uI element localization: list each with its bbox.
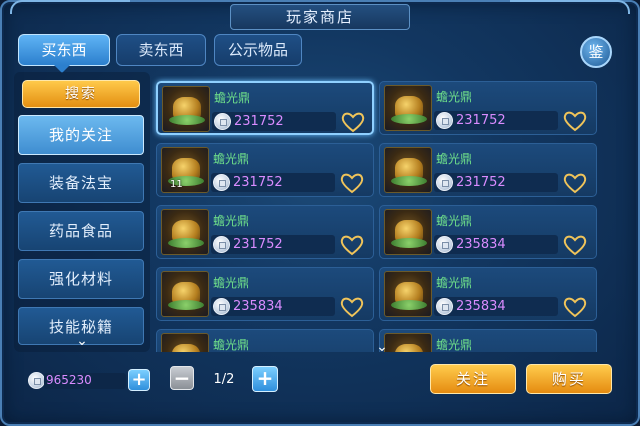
item-quantity: 11 bbox=[170, 179, 183, 190]
silver-coin-icon bbox=[213, 236, 230, 253]
item-name: 蟾光鼎 bbox=[436, 276, 473, 290]
toad-cauldron-icon bbox=[162, 86, 210, 132]
follow-button[interactable]: 关注 bbox=[430, 364, 516, 394]
item-name: 蟾光鼎 bbox=[436, 214, 473, 228]
silver-coin-icon bbox=[436, 236, 453, 253]
item-card[interactable]: 蟾光鼎 231752 bbox=[379, 81, 597, 135]
silver-coin-icon bbox=[436, 112, 453, 129]
heart-icon[interactable] bbox=[562, 171, 588, 195]
toad-cauldron-icon bbox=[161, 271, 209, 317]
item-price: 235834 bbox=[233, 299, 283, 314]
toad-cauldron-icon bbox=[384, 333, 432, 352]
category-equipment[interactable]: 装备法宝 bbox=[18, 163, 144, 203]
toad-cauldron-icon: 11 bbox=[161, 147, 209, 193]
appraise-button[interactable]: 鉴 bbox=[580, 36, 612, 68]
toad-cauldron-icon bbox=[384, 209, 432, 255]
heart-icon[interactable] bbox=[339, 171, 365, 195]
silver-coin-icon bbox=[28, 372, 45, 389]
item-card[interactable]: 蟾光鼎 bbox=[379, 329, 597, 352]
heart-icon[interactable] bbox=[562, 109, 588, 133]
window-title: 玩家商店 bbox=[230, 4, 410, 30]
heart-icon[interactable] bbox=[339, 295, 365, 319]
item-name: 蟾光鼎 bbox=[213, 338, 250, 352]
item-card[interactable]: 蟾光鼎 235834 bbox=[379, 267, 597, 321]
corner-ornament-left bbox=[10, 0, 130, 14]
silver-coin-icon bbox=[213, 174, 230, 191]
prev-page-button[interactable]: − bbox=[170, 366, 194, 390]
grid-scroll-down-icon[interactable]: ⌄ bbox=[374, 340, 390, 354]
toad-cauldron-icon bbox=[384, 271, 432, 317]
toad-cauldron-icon bbox=[161, 333, 209, 352]
corner-ornament-right bbox=[510, 0, 630, 14]
toad-cauldron-icon bbox=[384, 85, 432, 131]
heart-icon[interactable] bbox=[562, 233, 588, 257]
item-card[interactable]: 蟾光鼎 235834 bbox=[156, 267, 374, 321]
page-indicator: 1/2 bbox=[213, 372, 235, 387]
silver-coin-icon bbox=[436, 298, 453, 315]
silver-coin-icon bbox=[436, 174, 453, 191]
item-price: 231752 bbox=[233, 237, 283, 252]
toad-cauldron-icon bbox=[384, 147, 432, 193]
item-name: 蟾光鼎 bbox=[213, 276, 250, 290]
item-price: 231752 bbox=[456, 175, 506, 190]
item-name: 蟾光鼎 bbox=[214, 91, 251, 105]
silver-coin-icon bbox=[214, 113, 231, 130]
item-card[interactable]: 蟾光鼎 231752 bbox=[379, 143, 597, 197]
next-page-button[interactable]: + bbox=[252, 366, 278, 392]
item-price: 235834 bbox=[456, 237, 506, 252]
toad-cauldron-icon bbox=[161, 209, 209, 255]
item-name: 蟾光鼎 bbox=[436, 338, 473, 352]
item-price: 231752 bbox=[233, 175, 283, 190]
tab-public-items[interactable]: 公示物品 bbox=[214, 34, 302, 66]
search-button[interactable]: 搜索 bbox=[22, 80, 140, 108]
item-card[interactable]: 蟾光鼎 235834 bbox=[379, 205, 597, 259]
item-name: 蟾光鼎 bbox=[436, 90, 473, 104]
tab-sell[interactable]: 卖东西 bbox=[116, 34, 206, 66]
item-name: 蟾光鼎 bbox=[213, 214, 250, 228]
category-enhance-materials[interactable]: 强化材料 bbox=[18, 259, 144, 299]
buy-button[interactable]: 购买 bbox=[526, 364, 612, 394]
silver-coin-icon bbox=[213, 298, 230, 315]
category-my-follows[interactable]: 我的关注 bbox=[18, 115, 144, 155]
item-name: 蟾光鼎 bbox=[213, 152, 250, 166]
item-grid: 蟾光鼎 231752 蟾光鼎 231752 11 蟾光鼎 231752 蟾光鼎 … bbox=[152, 76, 604, 352]
item-price: 231752 bbox=[234, 114, 284, 129]
item-price: 231752 bbox=[456, 113, 506, 128]
sidebar-scroll-down-icon[interactable]: ⌄ bbox=[74, 334, 90, 348]
category-medicine-food[interactable]: 药品食品 bbox=[18, 211, 144, 251]
item-card[interactable]: 蟾光鼎 231752 bbox=[156, 81, 374, 135]
heart-icon[interactable] bbox=[339, 233, 365, 257]
item-price: 235834 bbox=[456, 299, 506, 314]
player-money: 965230 bbox=[46, 373, 92, 387]
item-card[interactable]: 蟾光鼎 231752 bbox=[156, 205, 374, 259]
heart-icon[interactable] bbox=[562, 295, 588, 319]
item-card[interactable]: 11 蟾光鼎 231752 bbox=[156, 143, 374, 197]
item-card[interactable]: 蟾光鼎 bbox=[156, 329, 374, 352]
tab-buy[interactable]: 买东西 bbox=[18, 34, 110, 66]
heart-icon[interactable] bbox=[340, 110, 366, 134]
add-money-button[interactable]: + bbox=[128, 369, 150, 391]
item-name: 蟾光鼎 bbox=[436, 152, 473, 166]
